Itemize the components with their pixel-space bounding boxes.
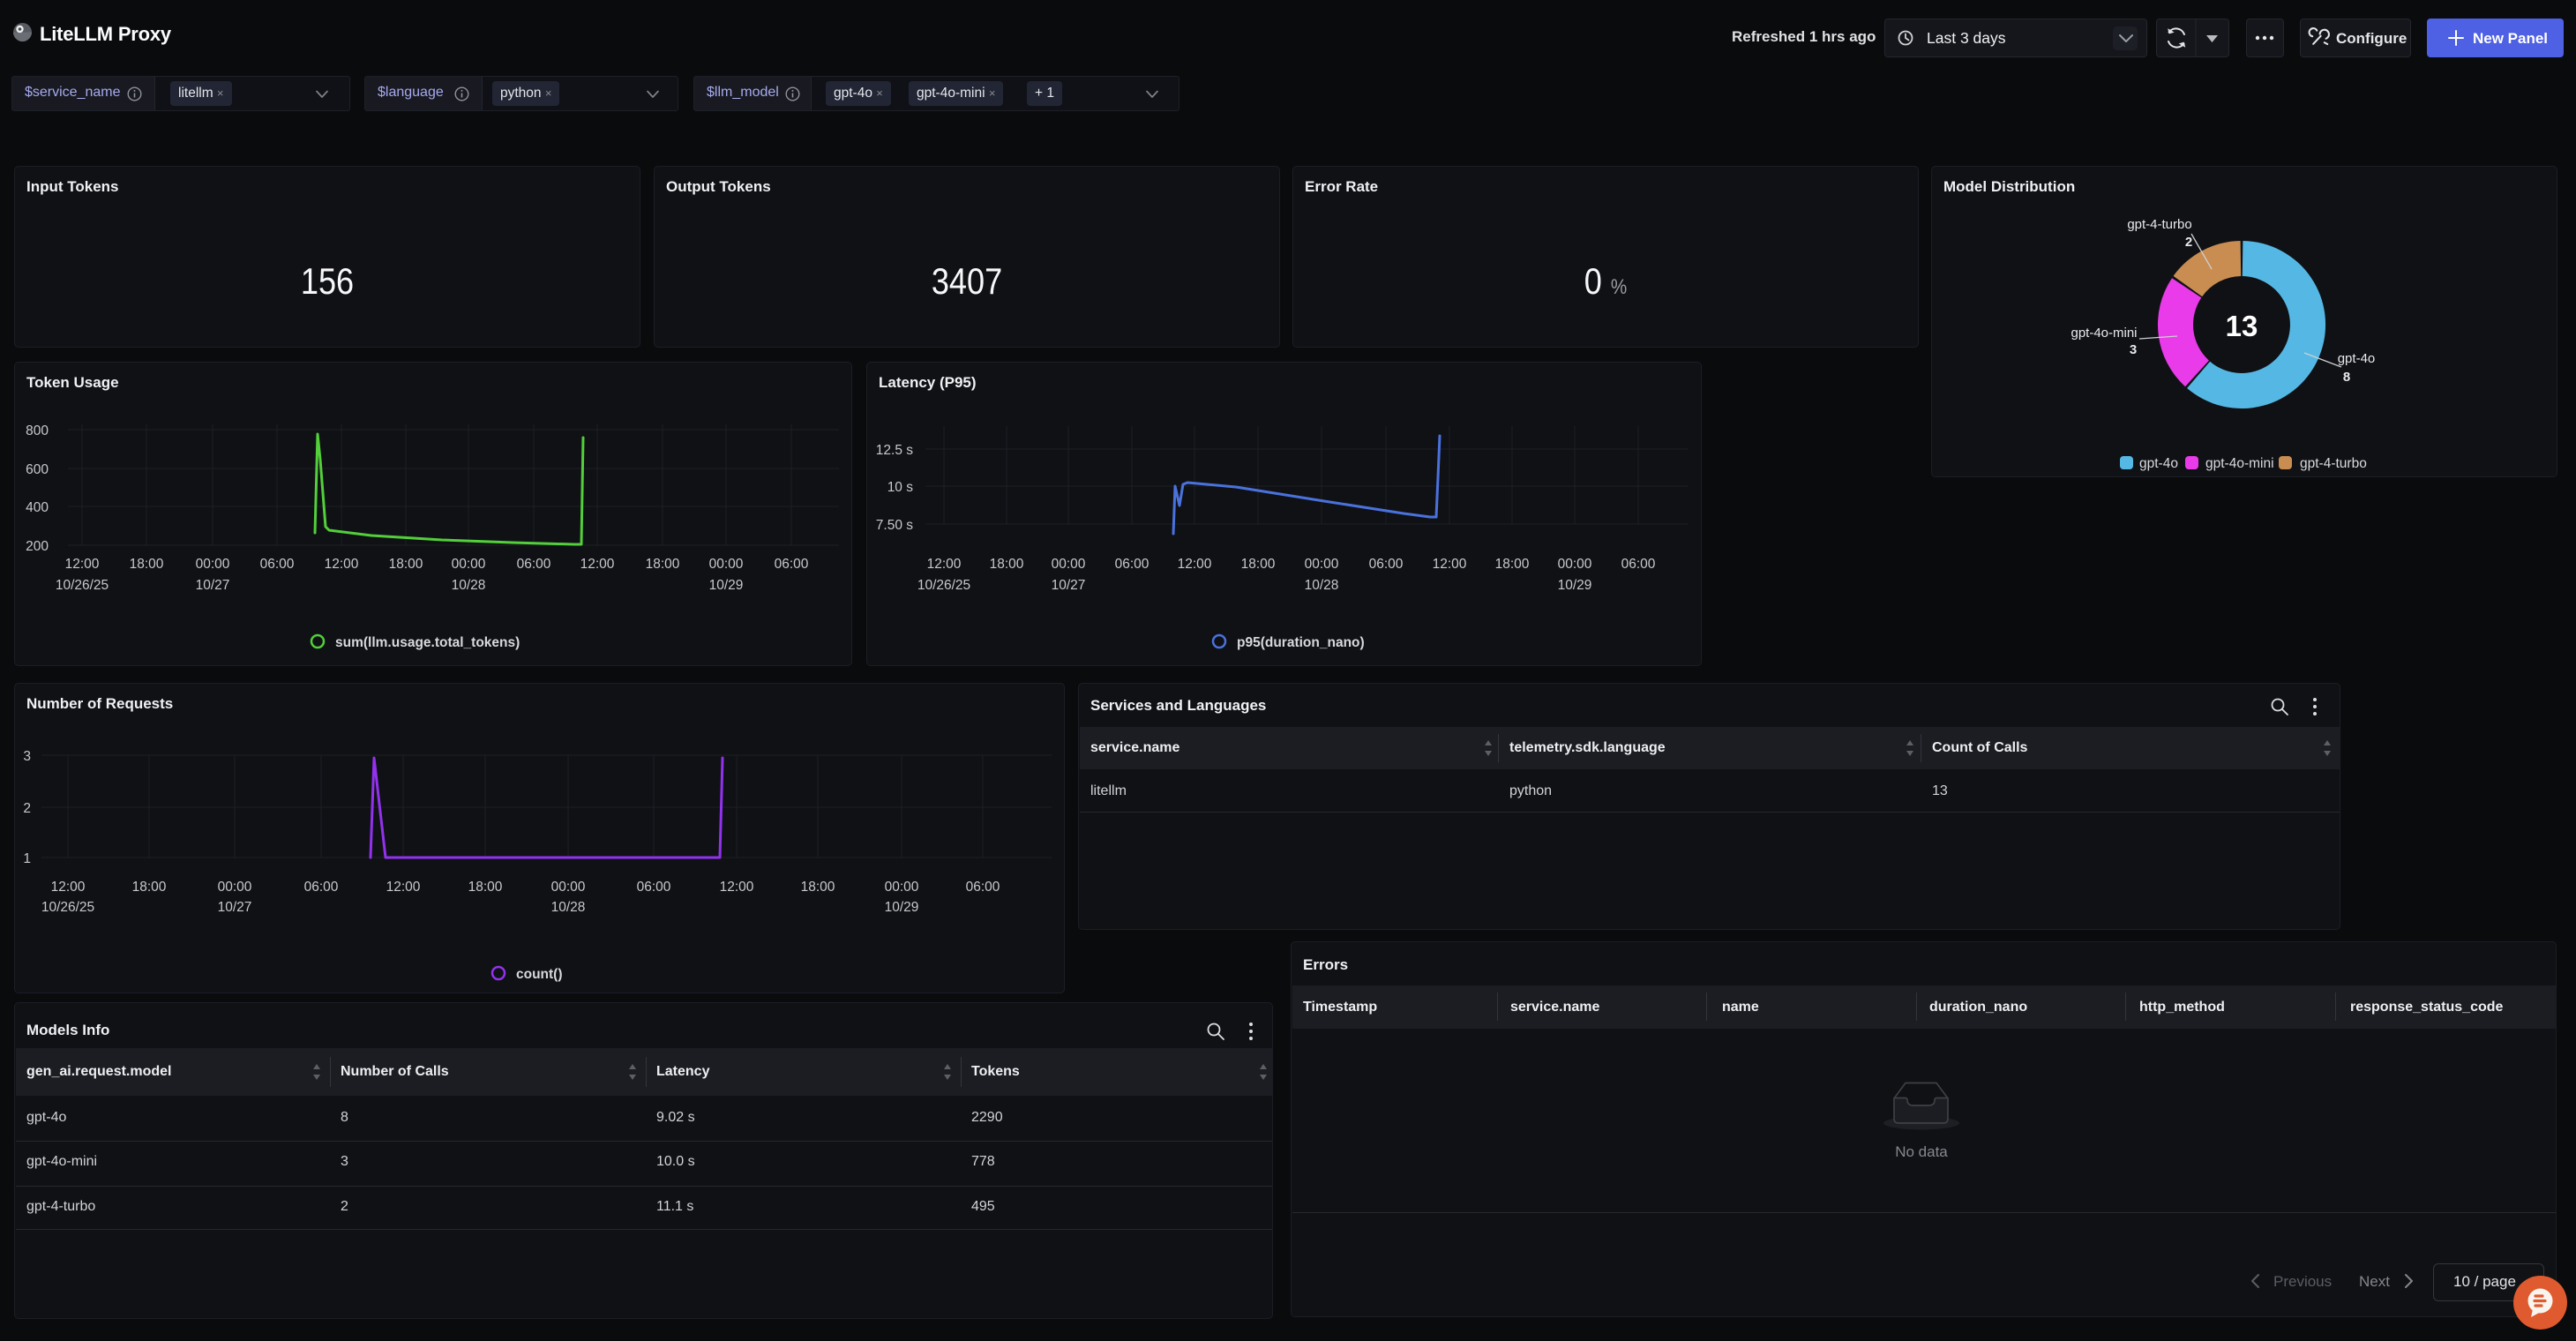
svg-text:00:00: 00:00: [452, 557, 486, 572]
svg-text:12:00: 12:00: [580, 557, 615, 572]
svg-text:2: 2: [2185, 235, 2192, 250]
svg-text:06:00: 06:00: [517, 557, 551, 572]
svg-text:12:00: 12:00: [386, 880, 421, 895]
svg-text:06:00: 06:00: [260, 557, 295, 572]
svg-text:06:00: 06:00: [304, 880, 339, 895]
svg-text:sum(llm.usage.total_tokens): sum(llm.usage.total_tokens): [335, 635, 520, 650]
svg-text:12:00: 12:00: [927, 557, 962, 572]
svg-text:Last 3 days: Last 3 days: [1927, 29, 2006, 47]
svg-text:3: 3: [23, 749, 31, 764]
svg-text:12:00: 12:00: [720, 880, 754, 895]
svg-text:gpt-4-turbo: gpt-4-turbo: [2127, 217, 2191, 232]
svg-text:18:00: 18:00: [646, 557, 680, 572]
svg-text:10/27: 10/27: [218, 900, 252, 915]
svg-text:gpt-4o-mini: gpt-4o-mini: [2205, 456, 2274, 471]
svg-text:10/27: 10/27: [196, 578, 230, 593]
svg-text:18:00: 18:00: [130, 557, 164, 572]
svg-text:12.5 s: 12.5 s: [876, 443, 913, 458]
svg-text:400: 400: [26, 500, 49, 515]
svg-text:10/26/25: 10/26/25: [917, 578, 970, 593]
svg-text:18:00: 18:00: [389, 557, 423, 572]
svg-text:gpt-4-turbo: gpt-4-turbo: [2300, 456, 2367, 471]
svg-text:12:00: 12:00: [51, 880, 86, 895]
svg-text:06:00: 06:00: [966, 880, 1000, 895]
svg-text:10/26/25: 10/26/25: [41, 900, 94, 915]
svg-text:12:00: 12:00: [65, 557, 100, 572]
svg-text:00:00: 00:00: [885, 880, 919, 895]
svg-text:18:00: 18:00: [468, 880, 503, 895]
svg-text:8: 8: [2343, 370, 2350, 385]
svg-text:06:00: 06:00: [1621, 557, 1656, 572]
svg-text:7.50 s: 7.50 s: [876, 518, 913, 533]
svg-text:00:00: 00:00: [218, 880, 252, 895]
svg-text:3: 3: [2130, 342, 2137, 357]
svg-text:10 s: 10 s: [887, 480, 914, 495]
svg-text:18:00: 18:00: [990, 557, 1024, 572]
svg-text:800: 800: [26, 423, 49, 438]
svg-text:10/27: 10/27: [1052, 578, 1086, 593]
svg-text:New Panel: New Panel: [2473, 30, 2548, 47]
svg-text:18:00: 18:00: [132, 880, 167, 895]
svg-text:18:00: 18:00: [801, 880, 835, 895]
svg-text:gpt-4o: gpt-4o: [2338, 351, 2376, 366]
svg-text:06:00: 06:00: [637, 880, 671, 895]
svg-text:200: 200: [26, 539, 49, 554]
svg-text:12:00: 12:00: [1178, 557, 1212, 572]
svg-text:13: 13: [2226, 310, 2258, 342]
svg-text:18:00: 18:00: [1241, 557, 1276, 572]
svg-text:18:00: 18:00: [1495, 557, 1530, 572]
svg-text:p95(duration_nano): p95(duration_nano): [1237, 635, 1365, 650]
svg-text:10/28: 10/28: [452, 578, 486, 593]
svg-text:gpt-4o-mini: gpt-4o-mini: [2071, 326, 2137, 341]
svg-text:00:00: 00:00: [709, 557, 744, 572]
svg-text:600: 600: [26, 462, 49, 477]
svg-text:count(): count(): [516, 967, 563, 982]
svg-text:12:00: 12:00: [1433, 557, 1467, 572]
svg-text:10/29: 10/29: [709, 578, 744, 593]
svg-text:00:00: 00:00: [1558, 557, 1592, 572]
svg-text:06:00: 06:00: [1369, 557, 1404, 572]
svg-text:00:00: 00:00: [1305, 557, 1339, 572]
svg-text:06:00: 06:00: [775, 557, 809, 572]
svg-text:10/28: 10/28: [551, 900, 586, 915]
svg-text:10/28: 10/28: [1305, 578, 1339, 593]
svg-text:Configure: Configure: [2336, 30, 2407, 47]
svg-text:12:00: 12:00: [325, 557, 359, 572]
svg-text:06:00: 06:00: [1115, 557, 1149, 572]
svg-text:10/29: 10/29: [1558, 578, 1592, 593]
svg-text:1: 1: [23, 851, 31, 866]
svg-text:00:00: 00:00: [196, 557, 230, 572]
svg-text:10/26/25: 10/26/25: [56, 578, 109, 593]
svg-text:gpt-4o: gpt-4o: [2139, 456, 2178, 471]
svg-text:2: 2: [23, 801, 31, 816]
svg-text:10/29: 10/29: [885, 900, 919, 915]
svg-text:00:00: 00:00: [1052, 557, 1086, 572]
svg-text:00:00: 00:00: [551, 880, 586, 895]
